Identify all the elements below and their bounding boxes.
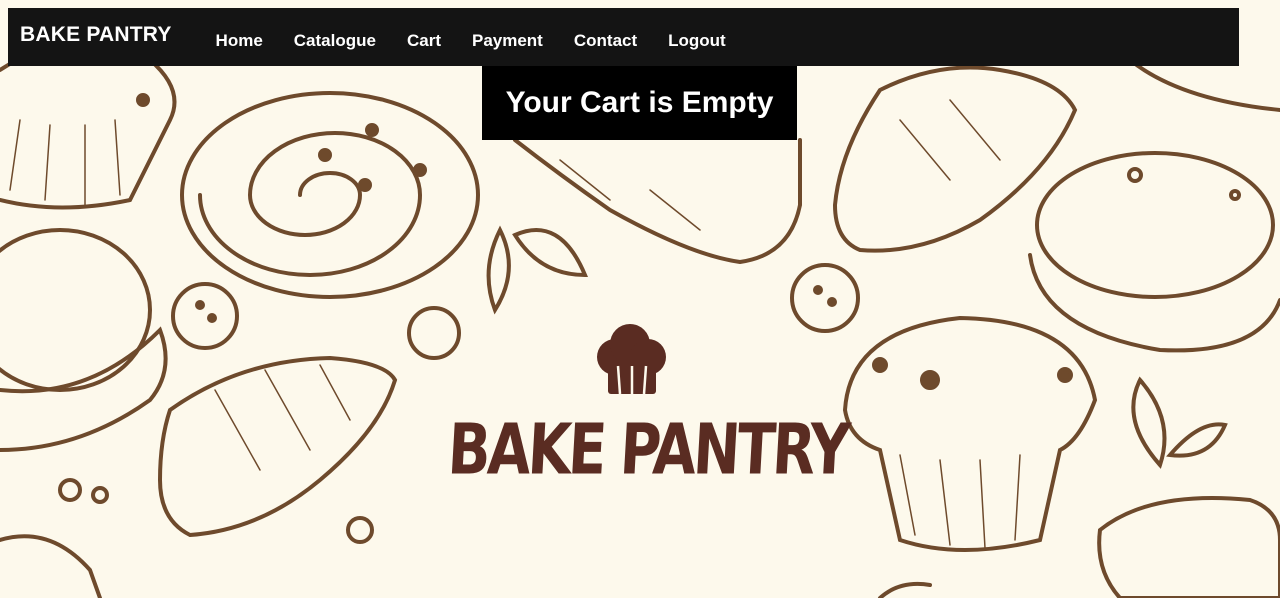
pastry-edge-sketch [1128,58,1280,112]
nav-link-contact[interactable]: Contact [574,31,637,51]
big-muffin-sketch [842,315,1098,552]
top-navbar: BAKE PANTRY Home Catalogue Cart Payment … [8,8,1239,66]
logo-text: BAKE PANTRY [445,409,850,492]
leaf-sketch [486,225,589,315]
leaf-sketch [1166,422,1228,458]
pastry-sketch [0,534,102,598]
pastry-sketch [1097,496,1280,598]
bread-sketch [513,138,802,265]
crumb-sketch [346,516,374,544]
nav-link-logout[interactable]: Logout [668,31,726,51]
sandwich-sketch [1028,151,1280,353]
nav-link-catalogue[interactable]: Catalogue [294,31,376,51]
cinnamon-roll-sketch [180,91,480,299]
crumb-sketch [878,581,932,598]
crumb-sketch [58,478,82,502]
leaf-sketch [1131,376,1167,469]
nav-link-payment[interactable]: Payment [472,31,543,51]
croissant-sketch [157,355,398,538]
nav-link-home[interactable]: Home [216,31,263,51]
bake-pantry-logo: BAKE PANTRY [445,322,850,500]
nav-link-cart[interactable]: Cart [407,31,441,51]
chef-hat-icon [597,324,666,395]
crumb-sketch [91,486,109,504]
site-brand[interactable]: BAKE PANTRY [20,23,172,47]
nav-links: Home Catalogue Cart Payment Contact Logo… [216,31,757,51]
muffin-sketch [0,45,177,210]
empty-cart-text: Your Cart is Empty [505,86,774,119]
empty-cart-message: Your Cart is Empty [482,66,797,140]
